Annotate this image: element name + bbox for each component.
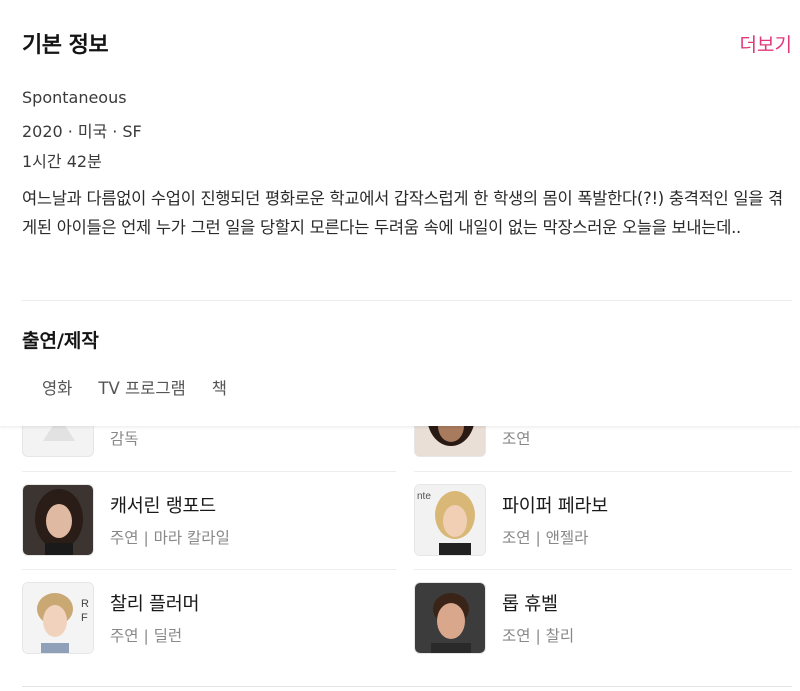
row-divider (22, 569, 396, 570)
person-photo (414, 582, 486, 654)
person-rob-huebel[interactable]: 롭 휴벨 조연 | 찰리 (414, 582, 784, 672)
person-role: 주연 | 마라 칼라일 (110, 529, 230, 547)
person-katherine-langford[interactable]: 캐서린 랭포드 주연 | 마라 칼라일 (22, 484, 392, 574)
tab-book[interactable]: 책 (212, 375, 227, 399)
tab-tv-program[interactable]: TV 프로그램 (98, 375, 185, 399)
bottom-divider (22, 686, 792, 687)
cast-title: 출연/제작 (22, 330, 99, 352)
person-name: 파이퍼 페라보 (502, 496, 608, 517)
person-role: 주연 | 딜런 (110, 627, 183, 645)
row-divider (414, 569, 792, 570)
person-photo: nte (414, 484, 486, 556)
person-role: 조연 (502, 430, 531, 448)
person-name: 찰리 플러머 (110, 594, 200, 615)
row-divider (22, 471, 396, 472)
person-photo: R F (22, 582, 94, 654)
cast-tabs: 영화 TV 프로그램 책 (42, 375, 253, 399)
person-piper-perabo[interactable]: nte 파이퍼 페라보 조연 | 앤젤라 (414, 484, 784, 574)
tab-movie[interactable]: 영화 (42, 375, 72, 399)
svg-text:F: F (81, 612, 88, 624)
person-name: 롭 휴벨 (502, 594, 558, 615)
person-role: 조연 | 앤젤라 (502, 529, 589, 547)
svg-text:R: R (81, 598, 89, 610)
person-role: 조연 | 찰리 (502, 627, 575, 645)
person-role: 감독 (110, 430, 139, 448)
svg-text:nte: nte (417, 491, 431, 502)
person-photo (22, 484, 94, 556)
row-divider (414, 471, 792, 472)
cast-header: 출연/제작 영화 TV 프로그램 책 (0, 320, 800, 426)
person-name: 캐서린 랭포드 (110, 496, 216, 517)
person-charlie-plummer[interactable]: R F 찰리 플러머 주연 | 딜런 (22, 582, 392, 672)
